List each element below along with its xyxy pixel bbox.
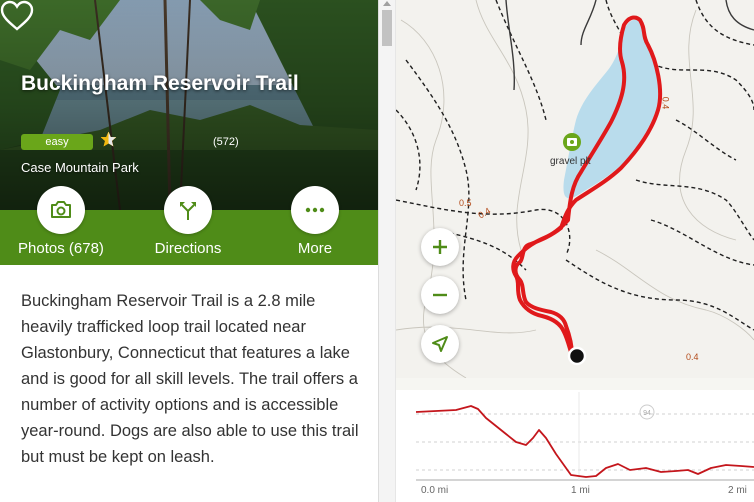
zoom-in-button[interactable] (421, 228, 459, 266)
elevation-chart[interactable]: 94 (396, 378, 754, 502)
plus-icon (433, 240, 447, 254)
map-canvas[interactable] (396, 0, 754, 378)
hero-photo (0, 0, 378, 210)
distance-label: 0.4 (660, 96, 671, 110)
directions-icon (180, 202, 196, 220)
camera-icon (51, 201, 71, 218)
scrollbar-thumb[interactable] (382, 10, 392, 46)
zoom-out-button[interactable] (421, 276, 459, 314)
distance-label: 0.5 (459, 198, 472, 208)
directions-label: Directions (154, 240, 222, 257)
poi-label: gravel plt (550, 156, 591, 167)
half-star-icon (100, 131, 117, 147)
scrollbar[interactable] (378, 0, 396, 502)
trail-description: Buckingham Reservoir Trail is a 2.8 mile… (21, 292, 359, 466)
elevation-profile[interactable]: 94 0.0 mi 1 mi 2 mi (396, 378, 754, 502)
park-name[interactable]: Case Mountain Park (21, 160, 139, 175)
elevation-x-tick: 0.0 mi (421, 485, 449, 496)
more-button[interactable]: More (255, 186, 375, 265)
heart-icon[interactable] (0, 0, 34, 32)
photos-button[interactable]: Photos (678) (1, 186, 121, 265)
more-label: More (297, 240, 333, 257)
elevation-x-tick: 2 mi (728, 485, 747, 496)
trail-hero: Buckingham Reservoir Trail easy (572) Ca… (0, 0, 378, 210)
directions-button[interactable]: Directions (128, 186, 248, 265)
scroll-up-arrow-icon[interactable] (383, 1, 391, 6)
more-icon (305, 207, 325, 213)
photos-label: Photos (678) (18, 240, 104, 257)
action-bar: Photos (678) Directions More (0, 186, 378, 265)
location-arrow-icon (432, 336, 448, 352)
locate-button[interactable] (421, 325, 459, 363)
difficulty-badge: easy (21, 134, 93, 150)
distance-label: 0.4 (686, 352, 699, 362)
trail-title: Buckingham Reservoir Trail (21, 72, 299, 95)
elevation-x-tick: 1 mi (571, 485, 590, 496)
route-badge: 94 (643, 410, 651, 417)
trail-map[interactable]: 0.4 0.5 0.4 0.4 (396, 0, 754, 378)
minus-icon (433, 293, 447, 297)
trail-detail-panel: Buckingham Reservoir Trail easy (572) Ca… (0, 0, 378, 502)
review-count[interactable]: (572) (213, 136, 239, 148)
